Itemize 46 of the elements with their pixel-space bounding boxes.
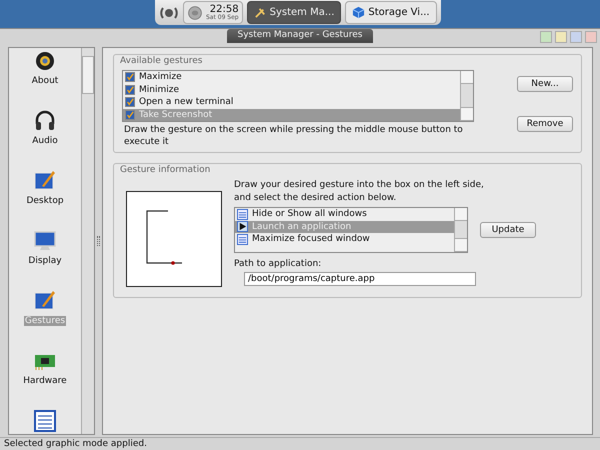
scrollbar[interactable]	[454, 208, 467, 252]
list-icon[interactable]	[33, 409, 57, 433]
taskbar-button[interactable]: Storage Vi...	[345, 1, 437, 24]
list-item[interactable]: Hide or Show all windows	[235, 208, 454, 220]
hint-text: Draw the gesture on the screen while pressing the middle mouse button to execute it	[123, 124, 464, 148]
status-text: Selected graphic mode applied.	[4, 439, 147, 449]
scrollbar[interactable]	[460, 71, 473, 121]
headphones-icon	[33, 109, 57, 133]
sidebar-item[interactable]: Hardware	[22, 349, 68, 386]
window-button[interactable]	[555, 31, 567, 43]
window-button[interactable]	[540, 31, 552, 43]
checkbox[interactable]	[125, 97, 135, 108]
checkbox[interactable]	[125, 84, 135, 95]
instruction-text: Draw your desired gesture into the box on the left side,	[234, 179, 485, 192]
checkbox[interactable]	[125, 110, 135, 120]
disk-icon	[187, 4, 203, 20]
sidebar-item[interactable]: About	[30, 49, 60, 86]
new-button[interactable]: New...	[517, 76, 573, 92]
instruction-text: and select the desired action below.	[234, 192, 398, 205]
group-title: Gesture information	[120, 165, 212, 175]
sidebar-item[interactable]: Display	[27, 229, 63, 266]
scrollbar[interactable]	[81, 48, 94, 434]
checkbox[interactable]	[125, 72, 135, 82]
list-icon	[237, 234, 248, 245]
clock-time: 22:58	[210, 4, 239, 14]
scroll-thumb[interactable]	[82, 56, 94, 94]
group-title: Available gestures	[120, 56, 204, 66]
taskbar-button[interactable]: System Ma...	[246, 1, 342, 24]
remove-button[interactable]: Remove	[517, 116, 573, 132]
close-button[interactable]	[585, 31, 597, 43]
splitter-grip-icon[interactable]	[97, 236, 100, 246]
list-item[interactable]: Maximize	[123, 71, 460, 84]
window-title: System Manager - Gestures	[227, 29, 372, 43]
window-button[interactable]	[570, 31, 582, 43]
path-label: Path to application:	[234, 259, 322, 269]
sidebar-item[interactable]: Audio	[31, 109, 59, 146]
sidebar-item[interactable]: Desktop	[25, 169, 65, 206]
list-item[interactable]: Maximize focused window	[235, 233, 454, 246]
cube-icon	[352, 6, 366, 19]
list-item[interactable]: Open a new terminal	[123, 96, 460, 108]
update-button[interactable]: Update	[480, 222, 536, 238]
list-icon	[237, 208, 248, 220]
cursor-icon	[237, 221, 248, 232]
list-item[interactable]: Minimize	[123, 84, 460, 96]
monitor-icon	[33, 229, 57, 253]
path-field[interactable]: /boot/programs/capture.app	[244, 272, 476, 286]
